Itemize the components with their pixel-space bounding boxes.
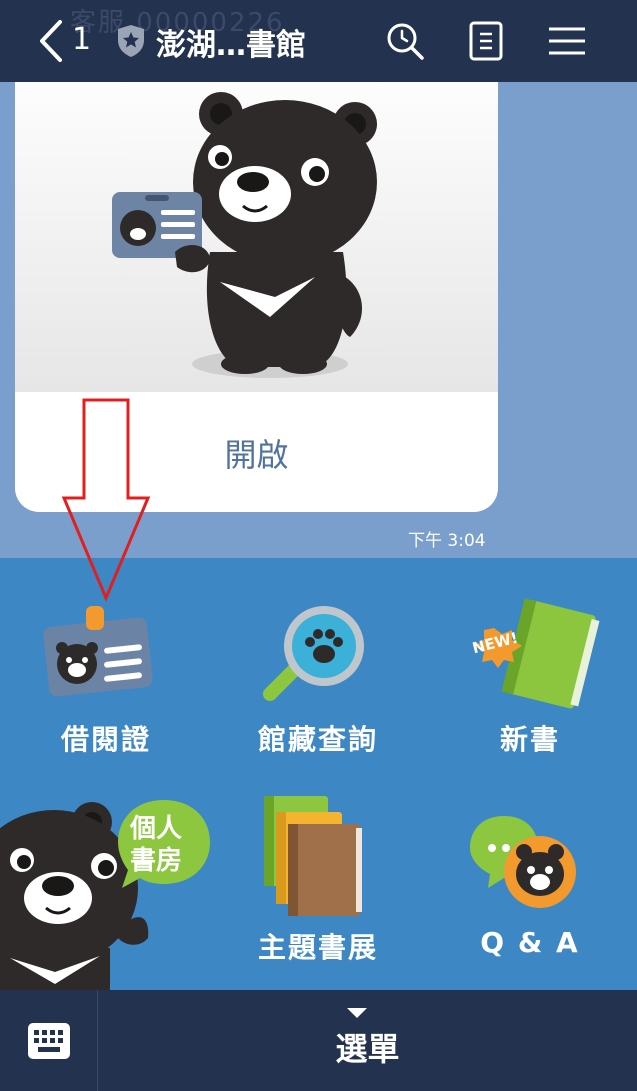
menu-button[interactable] bbox=[542, 16, 592, 66]
annotation-down-arrow bbox=[61, 398, 151, 602]
rich-menu-label-catalog-search: 館藏查詢 bbox=[257, 723, 378, 756]
back-chevron-icon bbox=[40, 20, 62, 62]
library-card-icon bbox=[43, 606, 153, 697]
rich-menu-label-library-card: 借閱證 bbox=[60, 723, 151, 756]
rich-menu: 借閱證 館藏查詢 NEW! 新書 個人 書房 主題書展 Q & A bbox=[0, 558, 637, 990]
book-stack-icon bbox=[264, 796, 362, 916]
rich-menu-catalog-search[interactable]: 館藏查詢 bbox=[212, 558, 424, 774]
rich-menu-label-theme-exhibit: 主題書展 bbox=[257, 931, 378, 964]
menu-toggle-label: 選單 bbox=[335, 1030, 400, 1068]
search-icon bbox=[387, 23, 424, 60]
menu-toggle-button[interactable]: 選單 bbox=[98, 990, 637, 1091]
search-button[interactable] bbox=[380, 16, 430, 66]
bear-holding-card-illustration bbox=[112, 92, 377, 378]
notes-button[interactable] bbox=[461, 16, 511, 66]
keyboard-button[interactable] bbox=[0, 990, 98, 1091]
caret-down-icon bbox=[347, 1008, 367, 1018]
magnifier-paw-icon bbox=[263, 606, 364, 701]
badge-line2: 書房 bbox=[130, 846, 183, 876]
menu-icon bbox=[549, 27, 585, 55]
message-timestamp: 下午 3:04 bbox=[408, 531, 486, 551]
rich-menu-label-new-books: 新書 bbox=[499, 723, 560, 756]
chat-header: 客服 00000226 1 澎湖…書館 bbox=[0, 0, 637, 82]
rich-menu-theme-exhibit[interactable]: 主題書展 bbox=[212, 774, 424, 990]
chat-bear-icon bbox=[470, 816, 576, 908]
card-image[interactable] bbox=[15, 82, 498, 392]
unread-count: 1 bbox=[72, 22, 92, 57]
new-book-icon bbox=[474, 598, 600, 709]
shield-star-icon bbox=[118, 25, 144, 57]
rich-menu-personal-study[interactable]: 個人 書房 bbox=[0, 774, 212, 990]
notes-icon bbox=[469, 21, 503, 61]
rich-menu-label-qa: Q & A bbox=[480, 926, 580, 959]
bottom-bar: 選單 bbox=[0, 990, 637, 1091]
keyboard-icon bbox=[27, 1022, 70, 1059]
rich-menu-new-books[interactable]: NEW! 新書 bbox=[424, 558, 636, 774]
chat-title: 澎湖…書館 bbox=[156, 28, 306, 63]
rich-menu-qa[interactable]: Q & A bbox=[424, 774, 636, 990]
